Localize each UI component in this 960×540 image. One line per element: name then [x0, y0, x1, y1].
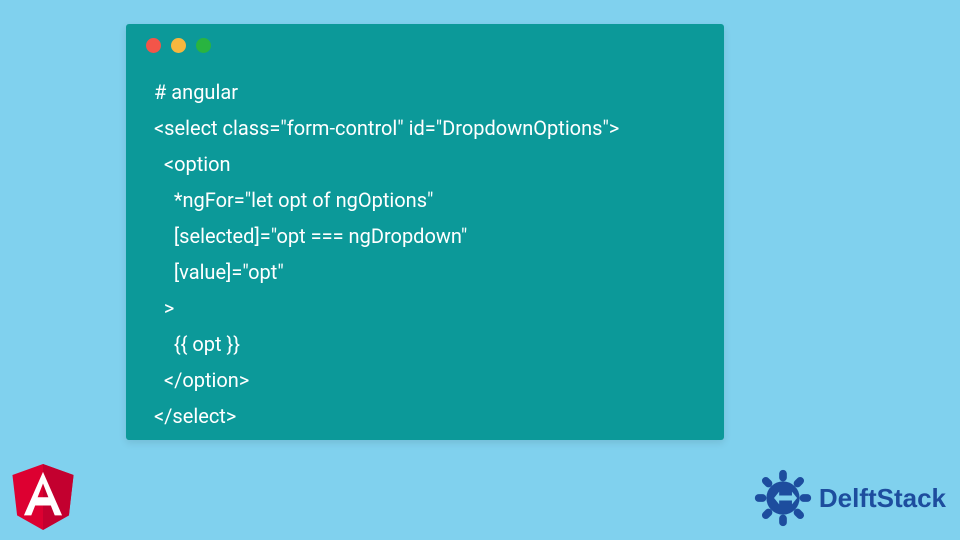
code-line: *ngFor="let opt of ngOptions"	[154, 188, 433, 212]
code-line: [selected]="opt === ngDropdown"	[154, 224, 467, 248]
delftstack-badge-icon	[751, 466, 815, 530]
maximize-icon	[196, 38, 211, 53]
code-line: >	[154, 296, 174, 320]
code-line: </option>	[154, 368, 249, 392]
angular-logo-icon	[12, 464, 74, 530]
code-line: </select>	[154, 404, 236, 428]
code-block: # angular <select class="form-control" i…	[126, 66, 724, 454]
code-line: # angular	[154, 80, 238, 104]
window-titlebar	[126, 24, 724, 66]
code-line: <select class="form-control" id="Dropdow…	[154, 116, 619, 140]
minimize-icon	[171, 38, 186, 53]
delftstack-logo: DelftStack	[751, 466, 946, 530]
delftstack-text: DelftStack	[819, 483, 946, 514]
code-line: {{ opt }}	[154, 332, 240, 356]
close-icon	[146, 38, 161, 53]
code-window: # angular <select class="form-control" i…	[126, 24, 724, 440]
code-line: [value]="opt"	[154, 260, 284, 284]
code-line: <option	[154, 152, 231, 176]
